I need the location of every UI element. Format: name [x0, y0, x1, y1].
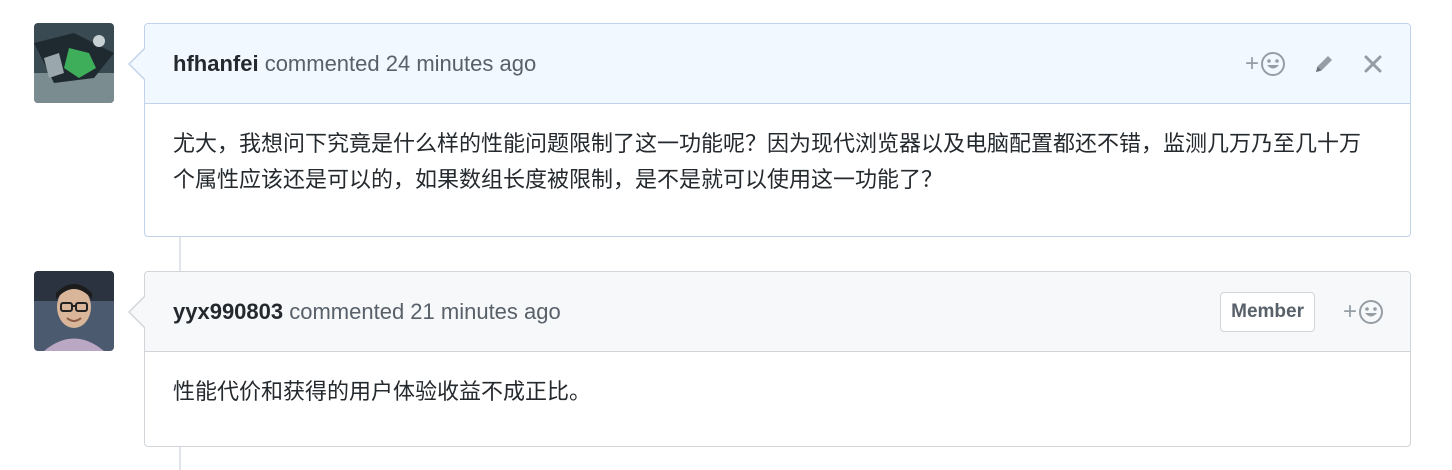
smiley-icon [1261, 51, 1285, 76]
comment: yyx990803 commented 21 minutes ago Membe… [128, 271, 1411, 447]
delete-button[interactable] [1362, 53, 1384, 75]
smiley-icon [1359, 299, 1383, 324]
comment-author[interactable]: yyx990803 [173, 299, 283, 325]
comment-timestamp[interactable]: commented 24 minutes ago [265, 51, 537, 77]
timeline-connector [179, 447, 181, 470]
avatar[interactable] [34, 23, 114, 103]
comment-body: 尤大，我想问下究竟是什么样的性能问题限制了这一功能呢？因为现代浏览器以及电脑配置… [173, 131, 1362, 192]
comment-body: 性能代价和获得的用户体验收益不成正比。 [173, 379, 592, 404]
avatar[interactable] [34, 271, 114, 351]
comment-author[interactable]: hfhanfei [173, 51, 259, 77]
comment-header: hfhanfei commented 24 minutes ago + [128, 24, 1410, 104]
member-badge: Member [1220, 291, 1315, 332]
comment-actions: + [1245, 24, 1384, 103]
add-reaction-button[interactable]: + [1343, 298, 1384, 326]
timeline-connector [179, 237, 181, 271]
comment: hfhanfei commented 24 minutes ago + 尤大，我… [128, 23, 1411, 237]
comment-actions: Member + [1220, 272, 1384, 351]
add-reaction-button[interactable]: + [1245, 50, 1286, 78]
close-icon [1364, 55, 1382, 72]
comment-timestamp[interactable]: commented 21 minutes ago [289, 299, 561, 325]
pencil-icon [1316, 55, 1332, 72]
edit-button[interactable] [1312, 52, 1336, 76]
comment-header: yyx990803 commented 21 minutes ago Membe… [128, 272, 1410, 352]
